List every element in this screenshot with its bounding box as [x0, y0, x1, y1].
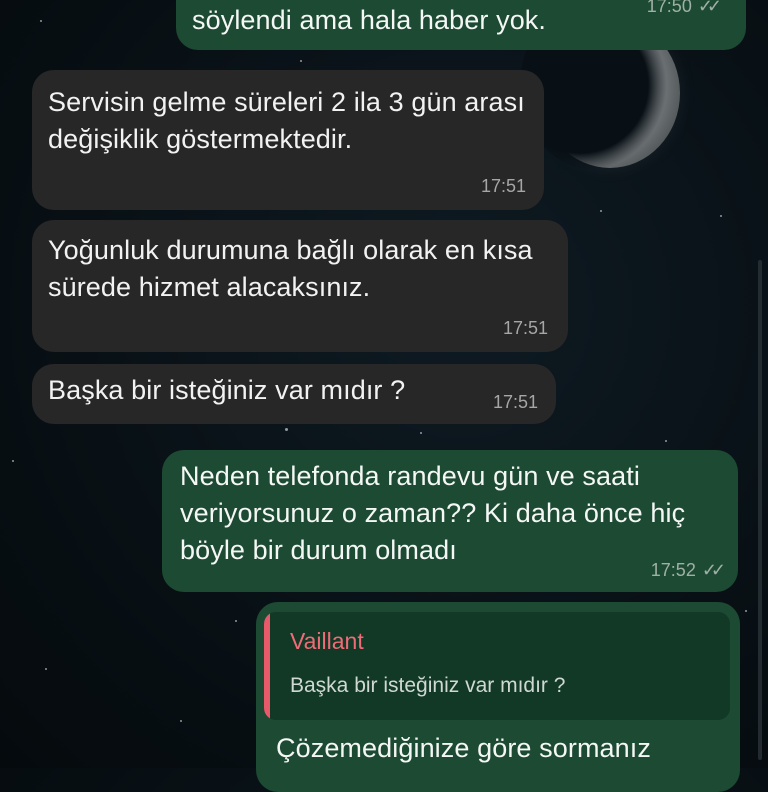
message-text: Servisin gelme süreleri 2 ila 3 gün aras…	[48, 87, 525, 154]
message-bubble-outgoing[interactable]: Neden telefonda randevu gün ve saati ver…	[162, 450, 738, 592]
quote-text: Başka bir isteğiniz var mıdır ?	[290, 674, 566, 697]
message-bubble-incoming[interactable]: Servisin gelme süreleri 2 ila 3 gün aras…	[32, 70, 544, 210]
reply-quote[interactable]: Vaillant Başka bir isteğiniz var mıdır ?	[264, 612, 730, 720]
message-text: Başka bir isteğiniz var mıdır ?	[48, 375, 406, 405]
message-bubble-outgoing[interactable]: söylendi ama hala haber yok. 17:50 ✓✓	[176, 0, 746, 50]
message-bubble-incoming[interactable]: Başka bir isteğiniz var mıdır ? 17:51	[32, 364, 556, 424]
message-time: 17:50 ✓✓	[647, 0, 722, 17]
message-text: Çözemediğinize göre sormanız	[276, 733, 651, 763]
quote-author: Vaillant	[290, 628, 364, 654]
double-check-icon: ✓✓	[701, 560, 726, 580]
double-check-icon: ✓✓	[697, 0, 722, 16]
message-time: 17:51	[502, 318, 548, 338]
message-bubble-incoming[interactable]: Yoğunluk durumuna bağlı olarak en kısa s…	[32, 220, 568, 352]
quote-accent-bar	[264, 612, 270, 720]
message-text: söylendi ama hala haber yok.	[192, 5, 547, 35]
message-bubble-outgoing-reply[interactable]: Vaillant Başka bir isteğiniz var mıdır ?…	[256, 602, 740, 792]
message-text: Yoğunluk durumuna bağlı olarak en kısa s…	[48, 235, 533, 302]
message-time: 17:52 ✓✓	[650, 560, 726, 580]
chat-scrollbar[interactable]	[758, 260, 762, 760]
message-time: 17:51	[480, 176, 526, 196]
message-text: Neden telefonda randevu gün ve saati ver…	[180, 461, 686, 565]
message-time: 17:51	[492, 392, 538, 412]
